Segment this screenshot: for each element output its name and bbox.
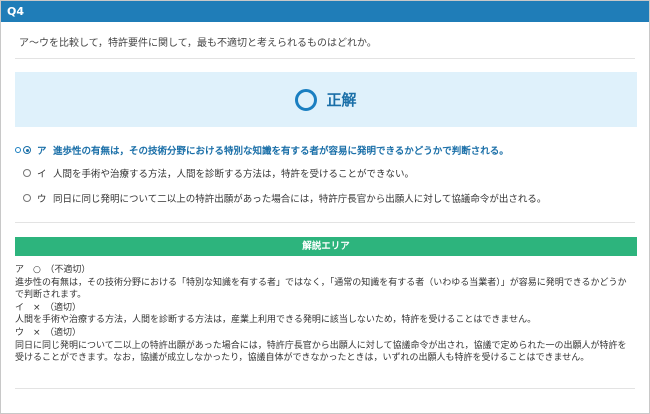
- explanation-line: 同日に同じ発明について二以上の特許出願があった場合には，特許庁長官から出願人に対…: [15, 340, 627, 364]
- correct-answer-icon: [15, 147, 21, 153]
- explanation-line: イ × （適切）: [15, 302, 82, 313]
- radio-button[interactable]: [23, 194, 31, 202]
- divider: [15, 222, 635, 223]
- explanation-line: ウ × （適切）: [15, 327, 82, 338]
- choice-text: 人間を手術や治療する方法，人間を診断する方法は，特許を受けることができない。: [53, 169, 415, 180]
- choice-letter: ウ: [37, 194, 47, 205]
- explanation-line: 人間を手術や治療する方法，人間を診断する方法は，産業上利用できる発明に該当しない…: [15, 315, 537, 326]
- radio-button[interactable]: [23, 146, 31, 154]
- explanation-line: 進歩性の有無は，その技術分野における「特別な知識を有する者」ではなく，「通常の知…: [15, 277, 627, 301]
- result-banner: 正解: [15, 72, 637, 127]
- explanation-body: ア ○ （不適切） 進歩性の有無は，その技術分野における「特別な知識を有する者」…: [15, 264, 635, 365]
- quiz-panel: Q4 ア〜ウを比較して，特許要件に関して，最も不適切と考えられるものはどれか。 …: [0, 0, 650, 414]
- result-label: 正解: [326, 91, 357, 109]
- divider: [15, 388, 635, 389]
- choice-a[interactable]: ア 進歩性の有無は，その技術分野における特別な知識を有する者が容易に発明できるか…: [15, 142, 635, 158]
- explanation-line: ア ○ （不適切）: [15, 265, 91, 275]
- choice-text: 同日に同じ発明について二以上の特許出願があった場合には，特許庁長官から出願人に対…: [53, 194, 547, 205]
- radio-button[interactable]: [23, 169, 31, 177]
- choice-letter: イ: [37, 169, 47, 180]
- circle-correct-icon: [295, 88, 318, 111]
- choice-i[interactable]: イ 人間を手術や治療する方法，人間を診断する方法は，特許を受けることができない。: [23, 165, 635, 181]
- choice-u[interactable]: ウ 同日に同じ発明について二以上の特許出願があった場合には，特許庁長官から出願人…: [23, 190, 635, 206]
- question-number-header: Q4: [1, 1, 649, 22]
- divider: [15, 58, 635, 59]
- explanation-header: 解説エリア: [15, 237, 637, 256]
- question-text: ア〜ウを比較して，特許要件に関して，最も不適切と考えられるものはどれか。: [19, 38, 377, 49]
- choice-letter: ア: [37, 146, 47, 157]
- choice-text: 進歩性の有無は，その技術分野における特別な知識を有する者が容易に発明できるかどう…: [53, 146, 509, 157]
